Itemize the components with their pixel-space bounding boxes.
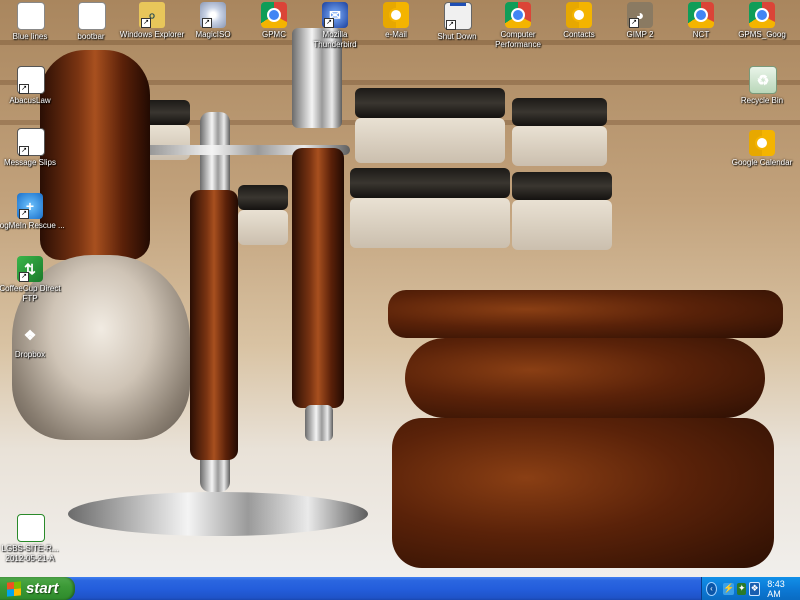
start-button[interactable]: start	[0, 577, 75, 600]
tray-app-icon[interactable]: ✦	[737, 582, 747, 595]
desktop-icon-label: e-Mail	[385, 30, 407, 39]
desktop-icon-label: LogMeIn Rescue ...	[0, 221, 65, 230]
shortcut-arrow-icon: ↗	[446, 20, 456, 30]
network-icon[interactable]: ⚡	[723, 582, 735, 595]
desktop-icon-logmein-rescue[interactable]: + ↗ LogMeIn Rescue ...	[0, 193, 65, 231]
desktop-icon-contacts[interactable]: Contacts	[544, 2, 614, 40]
desktop-icon-shut-down[interactable]: ↗ Shut Down	[422, 2, 492, 42]
system-tray: ‹ ⚡ ✦ ❖ 8:43 AM	[701, 577, 800, 600]
desktop-icon-label: Message Slips	[3, 158, 57, 167]
desktop-icon-label: bootbar	[77, 32, 105, 41]
desktop-icon-bootbar[interactable]: ≡ bootbar	[56, 2, 126, 42]
wallpaper-jar-label	[512, 200, 612, 250]
recycle-bin-icon: ♻	[749, 66, 777, 94]
desktop-icon-label: GIMP 2	[626, 30, 654, 39]
dropbox-tray-icon[interactable]: ❖	[749, 581, 761, 596]
desktop-icon-magiciso[interactable]: ↗ MagicISO	[178, 2, 248, 40]
desktop-icon-gpmc[interactable]: GPMC	[239, 2, 309, 40]
desktop-icon-label: LGBS-SITE-R... 2012-05-21-A	[1, 544, 59, 563]
shortcut-arrow-icon: ↗	[19, 209, 29, 219]
wallpaper-jar	[355, 88, 505, 118]
desktop-icon-label: MagicISO	[195, 30, 231, 39]
chrome-icon	[383, 2, 409, 28]
wallpaper-bowl-body	[405, 338, 765, 418]
wallpaper-razor-handle	[292, 148, 344, 408]
desktop-icon-label: Google Calendar	[731, 158, 793, 167]
chrome-icon	[505, 2, 531, 28]
desktop-icon-label: NCT	[692, 30, 710, 39]
shortcut-arrow-icon: ↗	[629, 18, 639, 28]
desktop-icon-label: Recycle Bin	[740, 96, 784, 105]
desktop-icon-mozilla-thunderbird[interactable]: ✉ ↗ Mozilla Thunderbird	[300, 2, 370, 50]
start-button-label: start	[26, 580, 59, 597]
tray-expand-icon[interactable]: ‹	[706, 581, 717, 596]
google-calendar-icon	[749, 130, 775, 156]
shortcut-arrow-icon: ↗	[324, 18, 334, 28]
desktop-icon-gpms-goog[interactable]: GPMS_Goog	[727, 2, 797, 40]
desktop-icon-recycle-bin[interactable]: ♻ Recycle Bin	[727, 66, 797, 106]
desktop-icon-label: Dropbox	[14, 350, 46, 359]
desktop-icon-e-mail[interactable]: e-Mail	[361, 2, 431, 40]
desktop-icon-nct[interactable]: NCT	[666, 2, 736, 40]
desktop-icon-label: Windows Explorer	[119, 30, 185, 39]
desktop-icon-coffeecup-ftp[interactable]: ⇅ ↗ CoffeeCup Direct FTP	[0, 256, 65, 304]
wallpaper-jar-label	[350, 198, 510, 248]
taskbar-clock[interactable]: 8:43 AM	[767, 579, 792, 599]
wallpaper-stand-base	[68, 492, 368, 536]
desktop-icon-computer-performance[interactable]: Computer Performance	[483, 2, 553, 50]
shortcut-arrow-icon: ↗	[19, 272, 29, 282]
desktop-icon-label: Mozilla Thunderbird	[313, 30, 357, 49]
shortcut-arrow-icon: ↗	[19, 146, 29, 156]
shortcut-arrow-icon: ↗	[19, 84, 29, 94]
desktop-icon-google-calendar[interactable]: Google Calendar	[727, 130, 797, 168]
wallpaper-jar-label	[355, 118, 505, 163]
document-icon: ≡	[17, 2, 45, 30]
desktop-wallpaper	[0, 0, 800, 577]
document-icon: ≡	[78, 2, 106, 30]
windows-logo-icon	[7, 580, 21, 597]
shortcut-arrow-icon: ↗	[202, 18, 212, 28]
wallpaper-jar	[238, 185, 288, 210]
taskbar: start ‹ ⚡ ✦ ❖ 8:43 AM	[0, 577, 800, 600]
chrome-icon	[749, 2, 775, 28]
wallpaper-razor-end	[305, 405, 333, 441]
wallpaper-jar	[350, 168, 510, 198]
wallpaper-jar	[512, 172, 612, 200]
wallpaper-bowl-rim	[388, 290, 783, 338]
wallpaper-jar-label	[512, 126, 607, 166]
desktop-icon-lgbs-site-report[interactable]: ▦ LGBS-SITE-R... 2012-05-21-A	[0, 514, 65, 564]
desktop-icon-abacuslaw[interactable]: A ↗ AbacusLaw	[0, 66, 65, 106]
chrome-icon	[566, 2, 592, 28]
wallpaper-stand-wood	[190, 190, 238, 460]
wallpaper-jar-label	[238, 210, 288, 245]
desktop-icon-label: Shut Down	[437, 32, 477, 41]
desktop-icon-label: AbacusLaw	[9, 96, 51, 105]
desktop-icon-message-slips[interactable]: A ↗ Message Slips	[0, 128, 65, 168]
spreadsheet-icon: ▦	[17, 514, 45, 542]
desktop-icon-label: Contacts	[563, 30, 595, 39]
desktop-icon-label: Computer Performance	[495, 30, 541, 49]
desktop-icon-windows-explorer[interactable]: ⌕ ↗ Windows Explorer	[117, 2, 187, 40]
wallpaper-jar	[512, 98, 607, 126]
desktop-icon-label: GPMS_Goog	[738, 30, 786, 39]
desktop-icon-label: GPMC	[262, 30, 286, 39]
chrome-icon	[688, 2, 714, 28]
desktop-icon-dropbox[interactable]: ❖ Dropbox	[0, 322, 65, 360]
wallpaper-bowl-base	[392, 418, 774, 568]
desktop-icon-label: CoffeeCup Direct FTP	[0, 284, 61, 303]
chrome-icon	[261, 2, 287, 28]
shortcut-arrow-icon: ↗	[141, 18, 151, 28]
dropbox-icon: ❖	[23, 326, 37, 343]
desktop-icon-gimp-2[interactable]: ◕ ↗ GIMP 2	[605, 2, 675, 40]
